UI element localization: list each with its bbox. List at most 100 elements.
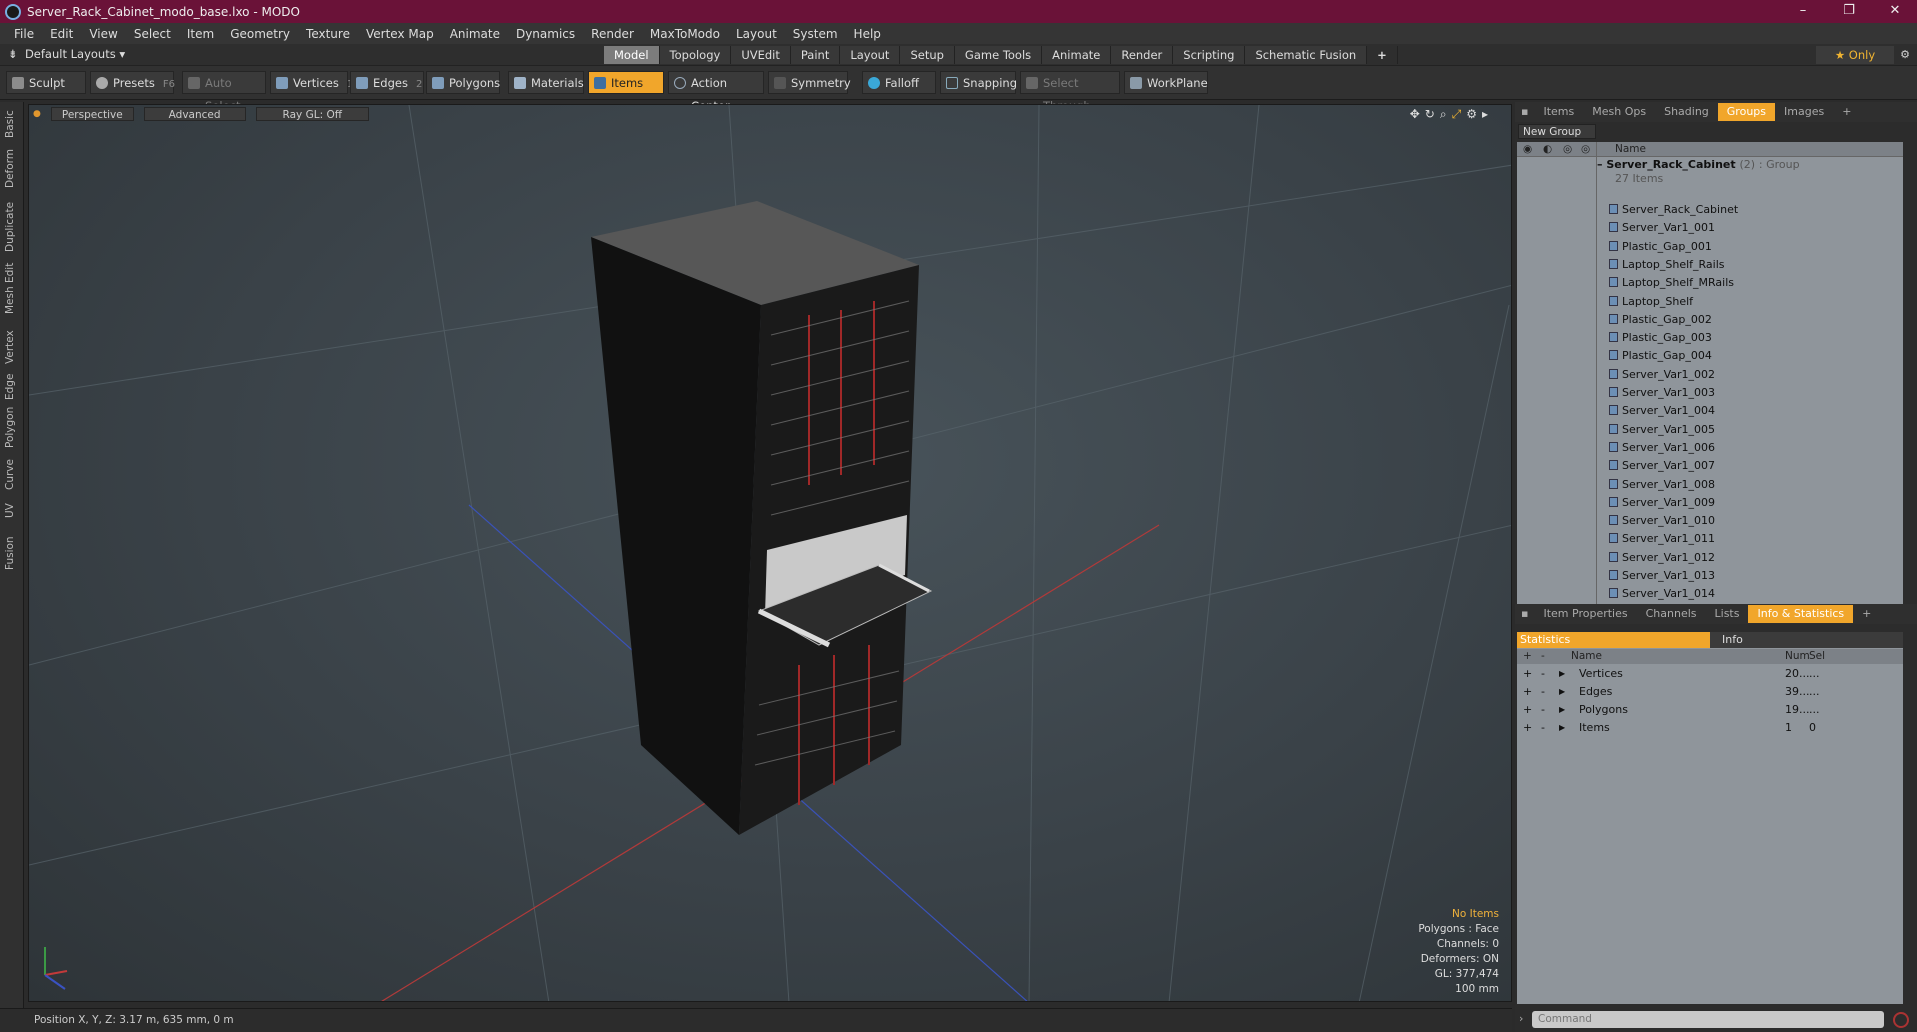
- zoom-icon[interactable]: ⌕: [1440, 107, 1452, 121]
- group-row[interactable]: – Server_Rack_Cabinet (2) : Group 27 Ite…: [1597, 158, 1800, 188]
- panel-menu-icon[interactable]: ▪: [1515, 103, 1534, 121]
- tab-layout[interactable]: Layout: [840, 46, 901, 64]
- tab-items[interactable]: Items: [1534, 103, 1583, 121]
- new-group-button[interactable]: New Group: [1518, 124, 1596, 139]
- list-item[interactable]: Server_Var1_013: [1609, 567, 1715, 585]
- record-icon[interactable]: [1893, 1012, 1909, 1028]
- menu-dynamics[interactable]: Dynamics: [508, 27, 583, 41]
- collapse-row-icon[interactable]: -: [1541, 701, 1545, 719]
- view-perspective-button[interactable]: Perspective: [50, 107, 134, 121]
- close-button[interactable]: ✕: [1872, 0, 1917, 23]
- list-item[interactable]: Plastic_Gap_001: [1609, 238, 1712, 256]
- expand-row-icon[interactable]: +: [1523, 719, 1532, 737]
- tab-curve[interactable]: Curve: [4, 459, 16, 490]
- falloff-button[interactable]: Falloff: [862, 71, 936, 94]
- collapse-row-icon[interactable]: -: [1541, 683, 1545, 701]
- list-item[interactable]: Server_Var1_011: [1609, 530, 1715, 548]
- tab-render[interactable]: Render: [1111, 46, 1174, 64]
- gear-icon[interactable]: ⚙: [1894, 46, 1916, 64]
- tab-statistics[interactable]: Statistics: [1517, 632, 1710, 648]
- menu-geometry[interactable]: Geometry: [222, 27, 298, 41]
- statistics-row[interactable]: + - ▶ Vertices 20......: [1517, 665, 1903, 683]
- group-collapse-icon[interactable]: –: [1597, 158, 1606, 171]
- menu-view[interactable]: View: [81, 27, 125, 41]
- disclosure-arrow-icon[interactable]: ▶: [1559, 665, 1565, 683]
- list-item[interactable]: Server_Var1_010: [1609, 512, 1715, 530]
- only-toggle[interactable]: ★ Only: [1816, 46, 1894, 64]
- expand-row-icon[interactable]: +: [1523, 683, 1532, 701]
- tab-images[interactable]: Images: [1775, 103, 1833, 121]
- expand-arrow-icon[interactable]: ▸: [1482, 107, 1493, 121]
- tab-channels[interactable]: Channels: [1637, 605, 1706, 623]
- panel-menu-icon-2[interactable]: ▪: [1515, 605, 1534, 623]
- list-item[interactable]: Plastic_Gap_002: [1609, 311, 1712, 329]
- items-button[interactable]: Items: [588, 71, 664, 94]
- tab-schematic-fusion[interactable]: Schematic Fusion: [1245, 46, 1368, 64]
- menu-edit[interactable]: Edit: [42, 27, 81, 41]
- 3d-viewport[interactable]: ● Perspective Advanced Ray GL: Off ✥↻⌕⤢⚙…: [28, 104, 1512, 1002]
- expand-row-icon[interactable]: +: [1523, 665, 1532, 683]
- tab-vertex[interactable]: Vertex: [4, 330, 16, 364]
- workplane-button[interactable]: WorkPlane: [1124, 71, 1208, 94]
- snapping-button[interactable]: Snapping: [940, 71, 1017, 94]
- list-item[interactable]: Server_Var1_009: [1609, 494, 1715, 512]
- menu-help[interactable]: Help: [846, 27, 889, 41]
- presets-button[interactable]: Presets F6: [90, 71, 175, 94]
- tab-uvedit[interactable]: UVEdit: [731, 46, 791, 64]
- tab-uv[interactable]: UV: [4, 503, 16, 518]
- list-item[interactable]: Plastic_Gap_003: [1609, 329, 1712, 347]
- select-through-button[interactable]: Select Through: [1020, 71, 1120, 113]
- disclosure-arrow-icon[interactable]: ▶: [1559, 701, 1565, 719]
- auto-select-button[interactable]: Auto Select: [182, 71, 266, 113]
- edges-button[interactable]: Edges 2: [350, 71, 424, 94]
- menu-maxtomodo[interactable]: MaxToModo: [642, 27, 728, 41]
- fit-icon[interactable]: ⤢: [1452, 107, 1467, 121]
- list-item[interactable]: Server_Var1_008: [1609, 476, 1715, 494]
- polygons-button[interactable]: Polygons: [426, 71, 500, 94]
- menu-vertex-map[interactable]: Vertex Map: [358, 27, 442, 41]
- list-item[interactable]: Server_Var1_006: [1609, 439, 1715, 457]
- tab-polygon[interactable]: Polygon: [4, 407, 16, 448]
- menu-render[interactable]: Render: [583, 27, 642, 41]
- list-item[interactable]: Server_Var1_012: [1609, 549, 1715, 567]
- symmetry-button[interactable]: Symmetry: [768, 71, 851, 94]
- list-item[interactable]: Server_Var1_005: [1609, 421, 1715, 439]
- add-panel-tab-button[interactable]: +: [1833, 103, 1860, 121]
- add-panel-tab-button-2[interactable]: +: [1853, 605, 1880, 623]
- expand-all-icon[interactable]: +: [1523, 650, 1532, 662]
- tab-groups[interactable]: Groups: [1717, 103, 1776, 121]
- disclosure-arrow-icon[interactable]: ▶: [1559, 719, 1565, 737]
- tab-basic[interactable]: Basic: [4, 110, 16, 138]
- list-item[interactable]: Server_Rack_Cabinet: [1609, 201, 1738, 219]
- tab-topology[interactable]: Topology: [659, 46, 732, 64]
- tab-shading[interactable]: Shading: [1655, 103, 1718, 121]
- tab-edge[interactable]: Edge: [4, 374, 16, 400]
- rotate-icon[interactable]: ↻: [1425, 107, 1440, 121]
- collapse-row-icon[interactable]: -: [1541, 719, 1545, 737]
- menu-file[interactable]: File: [6, 27, 42, 41]
- shading-advanced-button[interactable]: Advanced: [143, 107, 246, 121]
- menu-texture[interactable]: Texture: [298, 27, 358, 41]
- tab-fusion[interactable]: Fusion: [4, 536, 16, 570]
- tab-item-properties[interactable]: Item Properties: [1534, 605, 1636, 623]
- expand-row-icon[interactable]: +: [1523, 701, 1532, 719]
- collapse-row-icon[interactable]: -: [1541, 665, 1545, 683]
- statistics-row[interactable]: + - ▶ Polygons 19......: [1517, 701, 1903, 719]
- minimize-button[interactable]: –: [1780, 0, 1826, 23]
- menu-system[interactable]: System: [785, 27, 846, 41]
- command-input[interactable]: Command: [1532, 1011, 1884, 1028]
- menu-select[interactable]: Select: [126, 27, 179, 41]
- list-item[interactable]: Server_Var1_004: [1609, 402, 1715, 420]
- disclosure-arrow-icon[interactable]: ▶: [1559, 683, 1565, 701]
- tab-paint[interactable]: Paint: [790, 46, 841, 64]
- tab-duplicate[interactable]: Duplicate: [4, 202, 16, 252]
- tab-info[interactable]: Info: [1710, 632, 1903, 648]
- tab-setup[interactable]: Setup: [900, 46, 955, 64]
- viewport-gear-icon[interactable]: ⚙: [1466, 107, 1482, 121]
- menu-item[interactable]: Item: [179, 27, 222, 41]
- raygl-button[interactable]: Ray GL: Off: [255, 107, 369, 121]
- tab-info-statistics[interactable]: Info & Statistics: [1748, 605, 1854, 623]
- sculpt-button[interactable]: Sculpt: [6, 71, 86, 94]
- list-item[interactable]: Laptop_Shelf_MRails: [1609, 274, 1734, 292]
- list-item[interactable]: Laptop_Shelf: [1609, 293, 1693, 311]
